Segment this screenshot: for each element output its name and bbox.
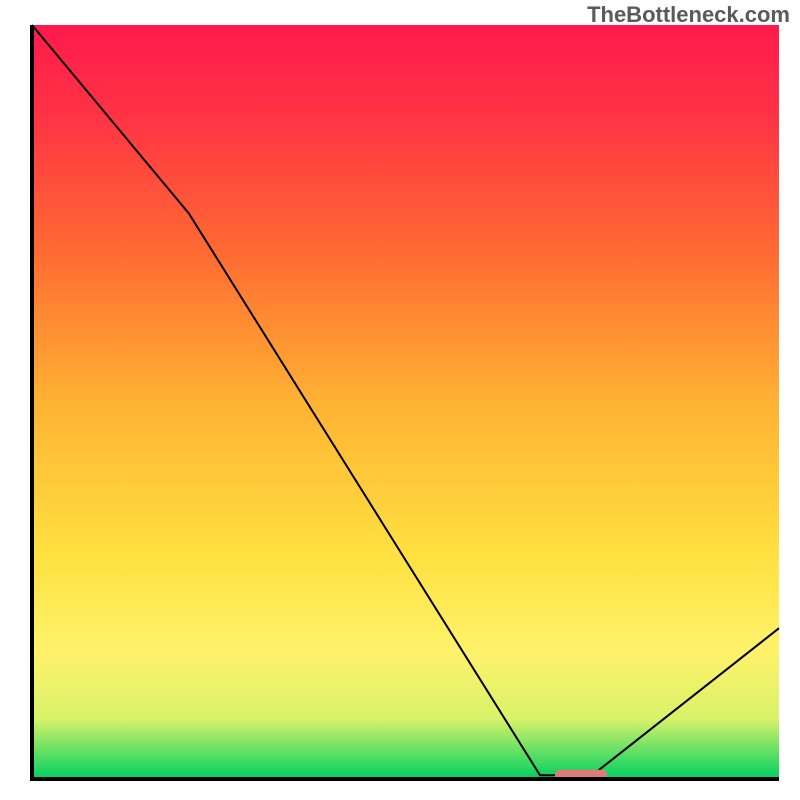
bottleneck-chart — [0, 0, 800, 800]
watermark-text: TheBottleneck.com — [587, 2, 790, 28]
chart-container: TheBottleneck.com — [0, 0, 800, 800]
gradient-background — [32, 25, 779, 779]
